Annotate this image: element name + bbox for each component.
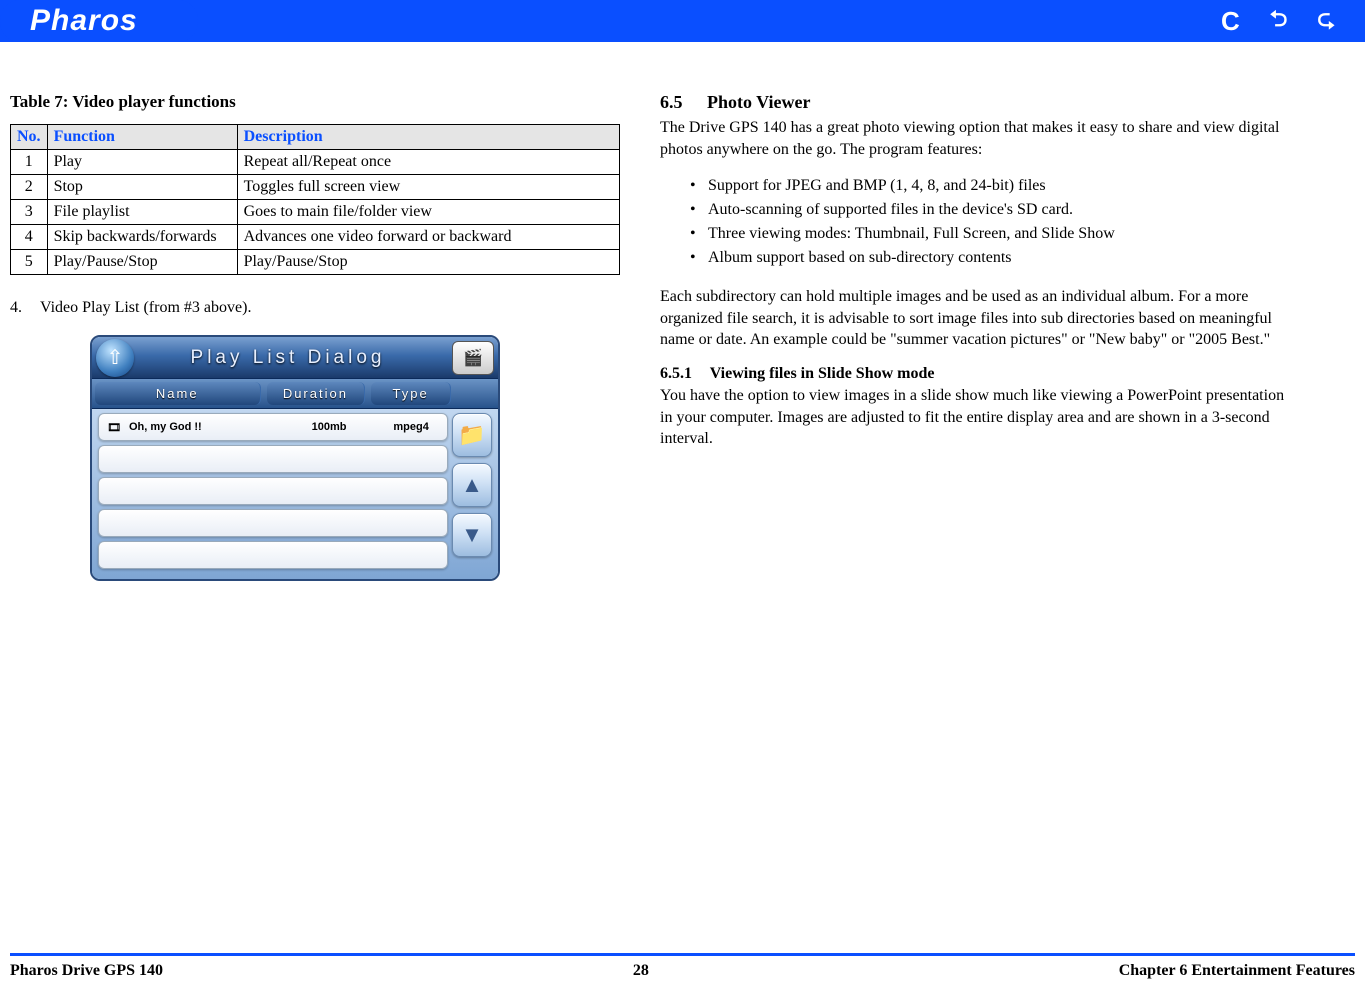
subsection-title: Viewing files in Slide Show mode xyxy=(710,365,935,382)
dialog-title: Play List Dialog xyxy=(134,347,452,369)
section-number: 6.5 xyxy=(660,92,683,112)
film-icon: 🎞 xyxy=(99,421,129,434)
list-number: 4. xyxy=(10,299,22,317)
slideshow-paragraph: You have the option to view images in a … xyxy=(660,385,1300,450)
table-row: 3 File playlist Goes to main file/folder… xyxy=(11,200,620,225)
up-arrow-icon[interactable]: ⇧ xyxy=(96,339,134,377)
table-row: 4 Skip backwards/forwards Advances one v… xyxy=(11,225,620,250)
table-row: 1 Play Repeat all/Repeat once xyxy=(11,150,620,175)
th-desc: Description xyxy=(237,125,619,150)
list-item: Album support based on sub-directory con… xyxy=(690,246,1300,270)
feature-list: Support for JPEG and BMP (1, 4, 8, and 2… xyxy=(660,174,1300,270)
table-row: 2 Stop Toggles full screen view xyxy=(11,175,620,200)
footer-page: 28 xyxy=(633,962,649,980)
col-duration[interactable]: Duration xyxy=(267,382,366,405)
album-paragraph: Each subdirectory can hold multiple imag… xyxy=(660,286,1300,351)
intro-paragraph: The Drive GPS 140 has a great photo view… xyxy=(660,117,1300,160)
section-title: Photo Viewer xyxy=(707,92,810,112)
list-text: Video Play List (from #3 above). xyxy=(40,299,251,317)
playlist-row[interactable] xyxy=(98,541,448,569)
th-func: Function xyxy=(47,125,237,150)
camera-clapboard-icon: 🎬 xyxy=(452,341,494,375)
footer-left: Pharos Drive GPS 140 xyxy=(10,962,163,980)
col-type[interactable]: Type xyxy=(371,382,451,405)
footer-right: Chapter 6 Entertainment Features xyxy=(1119,962,1355,980)
video-functions-table: No. Function Description 1 Play Repeat a… xyxy=(10,124,620,275)
page-footer: Pharos Drive GPS 140 28 Chapter 6 Entert… xyxy=(10,953,1355,980)
list-item: Auto-scanning of supported files in the … xyxy=(690,198,1300,222)
th-no: No. xyxy=(11,125,48,150)
table-row: 5 Play/Pause/Stop Play/Pause/Stop xyxy=(11,250,620,275)
forward-icon[interactable]: ⮎ xyxy=(1317,2,1335,40)
playlist-dialog: ⇧ Play List Dialog 🎬 Name Duration Type … xyxy=(90,335,500,581)
playlist-row[interactable] xyxy=(98,445,448,473)
scroll-up-button[interactable]: ▲ xyxy=(452,463,492,507)
folder-button[interactable]: 📁 xyxy=(452,413,492,457)
list-item: Three viewing modes: Thumbnail, Full Scr… xyxy=(690,222,1300,246)
table-caption: Table 7: Video player functions xyxy=(10,92,620,112)
brand-title: Pharos xyxy=(30,4,138,38)
col-name[interactable]: Name xyxy=(95,382,261,405)
playlist-row[interactable]: 🎞 Oh, my God !! 100mb mpeg4 xyxy=(98,413,448,441)
list-item: Support for JPEG and BMP (1, 4, 8, and 2… xyxy=(690,174,1300,198)
scroll-down-button[interactable]: ▼ xyxy=(452,513,492,557)
header-bar: Pharos C ⮌ ⮎ xyxy=(0,0,1365,42)
subsection-number: 6.5.1 xyxy=(660,365,692,382)
playlist-row[interactable] xyxy=(98,509,448,537)
playlist-row[interactable] xyxy=(98,477,448,505)
refresh-icon[interactable]: C xyxy=(1221,6,1240,37)
back-icon[interactable]: ⮌ xyxy=(1270,2,1288,40)
